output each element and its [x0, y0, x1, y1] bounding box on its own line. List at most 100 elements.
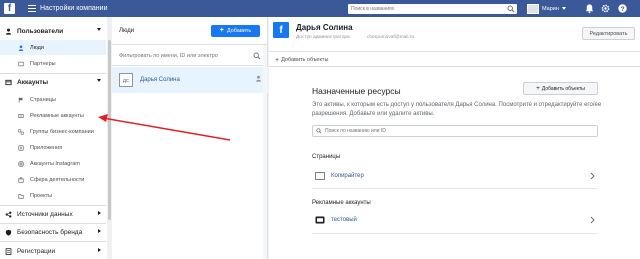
- edit-user-button[interactable]: Редактировать: [582, 27, 635, 40]
- ad-account-icon: [315, 216, 325, 224]
- ad-accounts-icon: [18, 113, 24, 118]
- resources-search[interactable]: [312, 125, 598, 137]
- avatar: ДС: [119, 73, 133, 87]
- sidebar-item-partners[interactable]: Партнеры: [0, 56, 106, 71]
- sidebar-item-ad-accounts[interactable]: Рекламные аккаунты: [0, 108, 106, 123]
- apps-icon: [18, 144, 24, 151]
- sidebar-item-projects[interactable]: Проекты: [0, 188, 106, 203]
- registrations-icon: [5, 247, 12, 255]
- sidebar-item-apps[interactable]: Приложения: [0, 140, 106, 155]
- sidebar-item-label: Сфера деятельности: [30, 176, 85, 183]
- people-list-item[interactable]: ДС Дарья Солина: [112, 67, 268, 93]
- sidebar-section-users[interactable]: Пользователи: [0, 23, 106, 39]
- top-search-input[interactable]: [348, 4, 503, 14]
- add-person-label: Добавить: [226, 28, 252, 34]
- sidebar-section-data-sources[interactable]: Источники данных: [0, 206, 106, 222]
- tab-add-objects[interactable]: + Добавить объекты: [272, 53, 331, 67]
- people-scrollbar[interactable]: [263, 45, 267, 259]
- user-detail-panel: f Дарья Солина Доступ администратора che…: [269, 17, 640, 259]
- chevron-down-icon: [97, 28, 101, 31]
- sidebar-item-label: Рекламные аккаунты: [30, 112, 84, 119]
- sidebar-item-label: Аккаунты Instagram: [30, 160, 80, 167]
- sidebar-section-label: Безопасность бренда: [17, 228, 83, 236]
- add-objects-button[interactable]: + Добавить объекты: [523, 82, 598, 95]
- user-role: Доступ администратора: [296, 35, 350, 40]
- help-icon[interactable]: ?: [617, 3, 628, 14]
- divider: [312, 188, 598, 189]
- sidebar-item-instagram[interactable]: Аккаунты Instagram: [0, 156, 106, 171]
- chevron-right-icon: [98, 211, 101, 215]
- page-icon: [315, 172, 325, 180]
- resource-group-title: Страницы: [312, 154, 341, 160]
- sidebar: Пользователи Люди Партнеры Аккаунты Стра…: [0, 17, 111, 259]
- sidebar-section-label: Аккаунты: [17, 78, 49, 86]
- sidebar-item-line-of-business[interactable]: Сфера деятельности: [0, 172, 106, 187]
- add-person-button[interactable]: + Добавить: [211, 25, 260, 37]
- plus-icon: +: [219, 27, 224, 34]
- sidebar-section-label: Источники данных: [17, 210, 73, 218]
- resource-row[interactable]: Копирайтер: [312, 167, 598, 185]
- sidebar-section-accounts[interactable]: Аккаунты: [0, 74, 106, 90]
- flag-icon: [18, 97, 23, 103]
- resource-group-title: Рекламные аккаунты: [312, 200, 371, 206]
- chevron-right-icon: [98, 248, 101, 252]
- user-name: Дарья Солина: [296, 23, 353, 32]
- search-icon: [316, 128, 322, 134]
- line-of-business-icon: [18, 176, 24, 183]
- data-sources-icon: [5, 211, 12, 218]
- assigned-resources-title: Назначенные ресурсы: [312, 86, 401, 96]
- gear-icon[interactable]: [600, 3, 611, 14]
- user-email: cherpumovaf@mail.ru: [367, 35, 414, 40]
- chevron-down-icon: [561, 7, 566, 10]
- projects-icon: [18, 193, 24, 199]
- sidebar-item-pages[interactable]: Страницы: [0, 92, 106, 107]
- person-icon: [18, 44, 24, 51]
- user-tabs: + Добавить объекты: [269, 51, 640, 67]
- people-filter[interactable]: [112, 46, 268, 66]
- users-icon: [5, 28, 12, 35]
- sidebar-item-label: Партнеры: [30, 60, 56, 67]
- business-switcher[interactable]: Марин: [527, 3, 566, 14]
- assigned-resources-description: Это активы, к которым есть доступ у поль…: [312, 102, 602, 117]
- people-title: Люди: [119, 28, 135, 34]
- chevron-down-icon: [97, 79, 101, 82]
- sidebar-item-label: Приложения: [30, 144, 63, 151]
- chevron-right-icon: [590, 216, 595, 224]
- plus-icon: +: [275, 56, 280, 64]
- tab-label: Добавить объекты: [281, 57, 329, 63]
- top-search[interactable]: [348, 4, 517, 14]
- people-filter-input[interactable]: [119, 52, 244, 59]
- sidebar-section-label: Регистрации: [17, 247, 56, 255]
- sidebar-section-registrations[interactable]: Регистрации: [0, 243, 106, 259]
- search-icon[interactable]: [507, 5, 515, 13]
- facebook-logo-icon[interactable]: f: [4, 3, 15, 14]
- sidebar-section-brand-safety[interactable]: Безопасность бренда: [0, 224, 106, 240]
- sidebar-item-people[interactable]: Люди: [0, 40, 106, 55]
- people-panel: Люди + Добавить ДС Дарья Солина: [112, 17, 268, 259]
- app-title: Настройки компании: [40, 5, 108, 12]
- person-name: Дарья Солина: [140, 77, 180, 83]
- menu-icon[interactable]: [28, 5, 36, 12]
- sidebar-scrollbar-thumb[interactable]: [108, 40, 111, 220]
- sidebar-item-label: Проекты: [30, 192, 53, 199]
- chevron-right-icon: [98, 229, 101, 233]
- sidebar-section-label: Пользователи: [17, 27, 64, 35]
- resource-row[interactable]: тестовый: [312, 211, 598, 229]
- sidebar-item-business-groups[interactable]: Группы бизнес-компании: [0, 124, 106, 139]
- resource-name: Копирайтер: [331, 173, 364, 179]
- business-name: Марин: [542, 5, 559, 12]
- sidebar-item-label: Люди: [30, 44, 44, 51]
- top-bar: f Настройки компании Марин ?: [0, 0, 640, 17]
- user-header: f Дарья Солина Доступ администратора che…: [269, 17, 640, 52]
- resource-name: тестовый: [331, 217, 357, 223]
- plus-icon: +: [536, 85, 540, 92]
- user-avatar: f: [273, 22, 289, 38]
- chevron-right-icon: [590, 172, 595, 180]
- search-icon: [253, 52, 261, 60]
- shield-icon: [5, 229, 12, 236]
- divider: [312, 233, 598, 234]
- partners-icon: [18, 61, 24, 66]
- resources-search-input[interactable]: [325, 128, 585, 134]
- groups-icon: [18, 128, 24, 135]
- bell-icon[interactable]: [584, 3, 595, 14]
